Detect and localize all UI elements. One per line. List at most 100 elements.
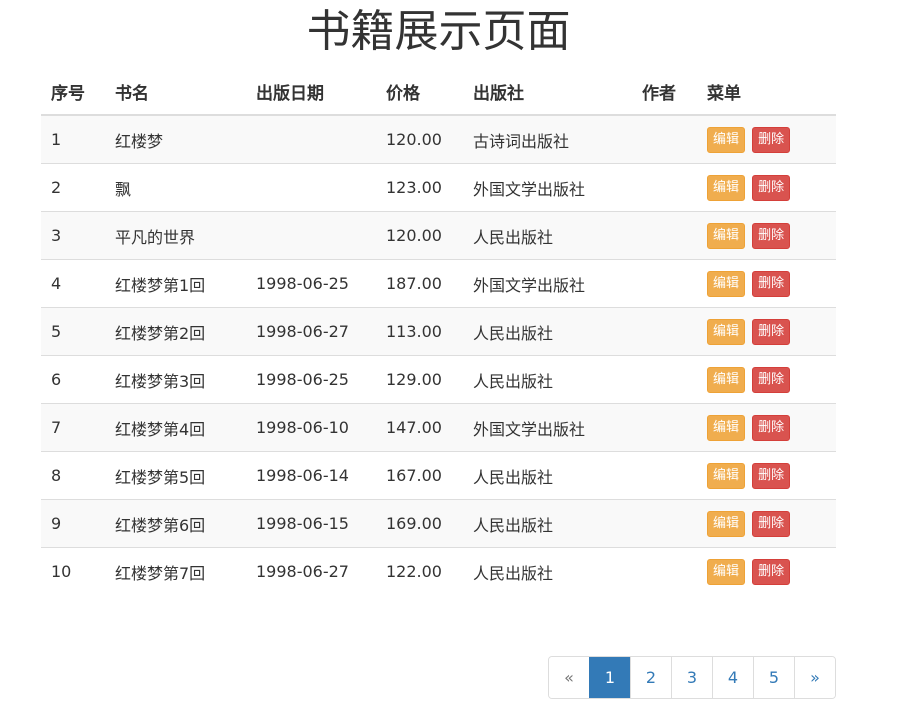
cell-publisher: 人民出版社 [463, 499, 632, 548]
cell-publisher: 外国文学出版社 [463, 403, 632, 452]
delete-button[interactable]: 删除 [752, 366, 791, 393]
cell-book-name: 红楼梦 [105, 115, 246, 164]
cell-author [632, 499, 697, 548]
delete-button[interactable]: 删除 [752, 414, 791, 441]
pagination-prev[interactable]: « [549, 657, 589, 698]
pagination-page-4[interactable]: 4 [712, 657, 753, 698]
cell-price: 123.00 [376, 163, 463, 212]
cell-book-name: 平凡的世界 [105, 211, 246, 260]
cell-id: 8 [41, 451, 105, 500]
cell-id: 7 [41, 403, 105, 452]
cell-author [632, 547, 697, 595]
header-date: 出版日期 [246, 68, 376, 116]
cell-author [632, 451, 697, 500]
header-author: 作者 [632, 68, 697, 116]
table-row: 10 红楼梦第7回 1998-06-27 122.00 人民出版社 编辑 删除 [41, 547, 836, 595]
books-table: 序号 书名 出版日期 价格 出版社 作者 菜单 1 红楼梦 120.00 古诗词出版社… [41, 68, 836, 595]
edit-button[interactable]: 编辑 [707, 222, 746, 249]
pagination-page-2[interactable]: 2 [630, 657, 671, 698]
cell-publish-date [246, 115, 376, 164]
cell-price: 122.00 [376, 547, 463, 595]
header-menu: 菜单 [697, 68, 836, 116]
header-publisher: 出版社 [463, 68, 632, 116]
cell-author [632, 259, 697, 308]
cell-book-name: 红楼梦第7回 [105, 547, 246, 595]
cell-author [632, 211, 697, 260]
cell-menu: 编辑 删除 [697, 499, 836, 548]
cell-publish-date: 1998-06-14 [246, 451, 376, 500]
header-price: 价格 [376, 68, 463, 116]
cell-book-name: 红楼梦第6回 [105, 499, 246, 548]
pagination-next[interactable]: » [794, 657, 835, 698]
cell-publish-date: 1998-06-27 [246, 307, 376, 356]
cell-menu: 编辑 删除 [697, 451, 836, 500]
cell-id: 9 [41, 499, 105, 548]
table-row: 7 红楼梦第4回 1998-06-10 147.00 外国文学出版社 编辑 删除 [41, 403, 836, 452]
cell-book-name: 红楼梦第4回 [105, 403, 246, 452]
cell-id: 2 [41, 163, 105, 212]
table-row: 6 红楼梦第3回 1998-06-25 129.00 人民出版社 编辑 删除 [41, 355, 836, 404]
cell-menu: 编辑 删除 [697, 403, 836, 452]
edit-button[interactable]: 编辑 [707, 558, 746, 585]
cell-publisher: 人民出版社 [463, 211, 632, 260]
cell-publish-date [246, 163, 376, 212]
cell-publisher: 人民出版社 [463, 355, 632, 404]
cell-price: 120.00 [376, 211, 463, 260]
edit-button[interactable]: 编辑 [707, 126, 746, 153]
cell-id: 1 [41, 115, 105, 164]
cell-menu: 编辑 删除 [697, 355, 836, 404]
table-row: 2 飘 123.00 外国文学出版社 编辑 删除 [41, 163, 836, 212]
cell-id: 4 [41, 259, 105, 308]
edit-button[interactable]: 编辑 [707, 174, 746, 201]
cell-price: 167.00 [376, 451, 463, 500]
delete-button[interactable]: 删除 [752, 270, 791, 297]
cell-id: 10 [41, 547, 105, 595]
cell-menu: 编辑 删除 [697, 259, 836, 308]
cell-menu: 编辑 删除 [697, 163, 836, 212]
table-row: 8 红楼梦第5回 1998-06-14 167.00 人民出版社 编辑 删除 [41, 451, 836, 500]
delete-button[interactable]: 删除 [752, 318, 791, 345]
edit-button[interactable]: 编辑 [707, 414, 746, 441]
edit-button[interactable]: 编辑 [707, 318, 746, 345]
pagination-page-5[interactable]: 5 [753, 657, 794, 698]
delete-button[interactable]: 删除 [752, 558, 791, 585]
edit-button[interactable]: 编辑 [707, 510, 746, 537]
delete-button[interactable]: 删除 [752, 222, 791, 249]
cell-publish-date: 1998-06-15 [246, 499, 376, 548]
cell-book-name: 红楼梦第1回 [105, 259, 246, 308]
cell-author [632, 403, 697, 452]
cell-price: 113.00 [376, 307, 463, 356]
cell-publisher: 古诗词出版社 [463, 115, 632, 164]
pagination-page-1[interactable]: 1 [589, 657, 630, 698]
book-list-page: 书籍展示页面 序号 书名 出版日期 价格 出版社 作者 菜单 1 红楼梦 120.0… [0, 0, 909, 714]
page-title: 书籍展示页面 [306, 6, 571, 57]
edit-button[interactable]: 编辑 [707, 366, 746, 393]
cell-price: 169.00 [376, 499, 463, 548]
delete-button[interactable]: 删除 [752, 174, 791, 201]
cell-author [632, 307, 697, 356]
delete-button[interactable]: 删除 [752, 510, 791, 537]
cell-menu: 编辑 删除 [697, 211, 836, 260]
cell-publish-date [246, 211, 376, 260]
table-row: 1 红楼梦 120.00 古诗词出版社 编辑 删除 [41, 115, 836, 164]
cell-book-name: 红楼梦第5回 [105, 451, 246, 500]
table-row: 3 平凡的世界 120.00 人民出版社 编辑 删除 [41, 211, 836, 260]
cell-id: 3 [41, 211, 105, 260]
cell-book-name: 飘 [105, 163, 246, 212]
delete-button[interactable]: 删除 [752, 462, 791, 489]
cell-price: 120.00 [376, 115, 463, 164]
edit-button[interactable]: 编辑 [707, 270, 746, 297]
pagination: «1 2 3 4 5» [548, 656, 836, 699]
cell-publish-date: 1998-06-25 [246, 259, 376, 308]
cell-price: 129.00 [376, 355, 463, 404]
edit-button[interactable]: 编辑 [707, 462, 746, 489]
pagination-page-3[interactable]: 3 [671, 657, 712, 698]
cell-author [632, 115, 697, 164]
cell-publisher: 人民出版社 [463, 451, 632, 500]
table-body: 1 红楼梦 120.00 古诗词出版社 编辑 删除 2 飘 123.00 外国文学出版社 编辑 删… [41, 115, 836, 595]
cell-publisher: 外国文学出版社 [463, 163, 632, 212]
delete-button[interactable]: 删除 [752, 126, 791, 153]
cell-author [632, 355, 697, 404]
cell-menu: 编辑 删除 [697, 115, 836, 164]
table-header: 序号 书名 出版日期 价格 出版社 作者 菜单 [41, 68, 836, 116]
